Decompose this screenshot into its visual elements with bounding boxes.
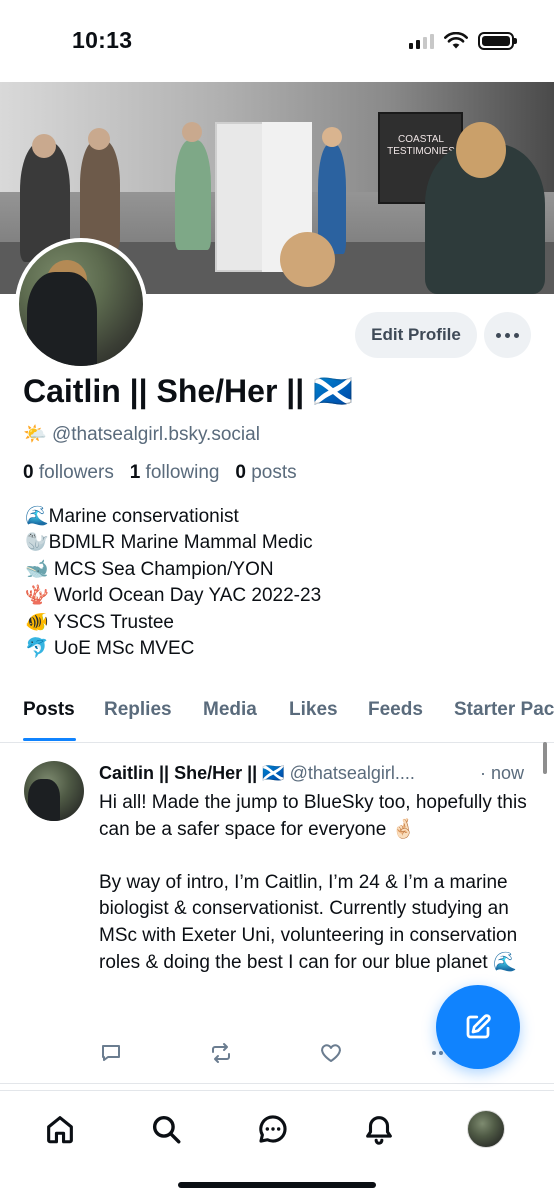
nav-search[interactable] (146, 1109, 186, 1149)
search-icon (152, 1115, 181, 1144)
post-paragraph: Hi all! Made the jump to BlueSky too, ho… (99, 792, 527, 840)
cellular-signal-icon (409, 33, 434, 49)
like-icon[interactable] (319, 1041, 343, 1065)
tab-feeds[interactable]: Feeds (368, 699, 423, 721)
scrollbar-thumb[interactable] (543, 742, 547, 774)
nav-notifications[interactable] (359, 1109, 399, 1149)
post-paragraph: By way of intro, I’m Caitlin, I’m 24 & I… (99, 871, 518, 973)
nav-profile[interactable] (466, 1109, 506, 1149)
chat-icon (259, 1115, 287, 1143)
tab-media[interactable]: Media (203, 699, 257, 721)
home-indicator (178, 1182, 376, 1188)
bio-line: 🐬 UoE MSc MVEC (25, 638, 195, 660)
tab-posts[interactable]: Posts (23, 699, 75, 721)
wifi-icon (444, 32, 468, 49)
tab-likes[interactable]: Likes (289, 699, 338, 721)
compose-button[interactable] (436, 985, 520, 1069)
status-bar: 10:13 (0, 0, 554, 82)
more-options-button[interactable] (484, 312, 531, 358)
edit-profile-button[interactable]: Edit Profile (355, 312, 477, 358)
bio-line: 🦭BDMLR Marine Mammal Medic (25, 532, 313, 554)
home-icon (47, 1116, 73, 1144)
followers-link[interactable]: 0 followers (23, 462, 114, 483)
ellipsis-icon (496, 332, 501, 338)
posts-count: 0 posts (235, 462, 297, 483)
post-author-avatar[interactable] (24, 761, 84, 821)
nav-chat[interactable] (253, 1109, 293, 1149)
active-tab-indicator (23, 738, 76, 741)
post-actions (99, 1041, 459, 1065)
profile-bio: 🌊Marine conservationist 🦭BDMLR Marine Ma… (25, 504, 321, 662)
post-timestamp[interactable]: · now (480, 763, 524, 784)
post-author-name[interactable]: Caitlin || She/Her || 🏴󠁧󠁢󠁳󠁣󠁴󠁿 (99, 763, 285, 783)
post-header: Caitlin || She/Her || 🏴󠁧󠁢󠁳󠁣󠁴󠁿 @thatsealg… (99, 763, 539, 784)
tab-starter-packs[interactable]: Starter Packs (454, 699, 554, 721)
bio-line: 🐠 YSCS Trustee (25, 611, 174, 633)
tab-replies[interactable]: Replies (104, 699, 172, 721)
profile-handle: @thatsealgirl.bsky.social (51, 424, 260, 445)
profile-stats: 0 followers 1 following 0 posts (23, 462, 297, 484)
following-link[interactable]: 1 following (130, 462, 220, 483)
profile-tabs: Posts Replies Media Likes Feeds Starter … (0, 695, 554, 743)
nav-home[interactable] (40, 1109, 80, 1149)
bell-icon (366, 1116, 392, 1145)
bio-line: 🪸 World Ocean Day YAC 2022-23 (25, 585, 322, 607)
profile-avatar-small (467, 1110, 505, 1148)
profile-avatar[interactable] (15, 238, 147, 370)
compose-icon (466, 1014, 491, 1039)
post-text: Hi all! Made the jump to BlueSky too, ho… (99, 790, 539, 976)
handle-row: 🌤️ @thatsealgirl.bsky.social (23, 422, 260, 446)
reply-icon[interactable] (99, 1041, 123, 1065)
battery-icon (478, 32, 517, 50)
sun-cloud-emoji: 🌤️ (23, 424, 47, 445)
bio-line: 🌊Marine conservationist (25, 506, 239, 527)
bio-line: 🐋 MCS Sea Champion/YON (25, 558, 274, 580)
status-icons (409, 32, 517, 50)
post-author-handle[interactable]: @thatsealgirl.... (290, 763, 415, 783)
display-name: Caitlin || She/Her || 🏴󠁧󠁢󠁳󠁣󠁴󠁿 (23, 373, 353, 409)
repost-icon[interactable] (209, 1041, 233, 1065)
status-time: 10:13 (72, 27, 133, 53)
